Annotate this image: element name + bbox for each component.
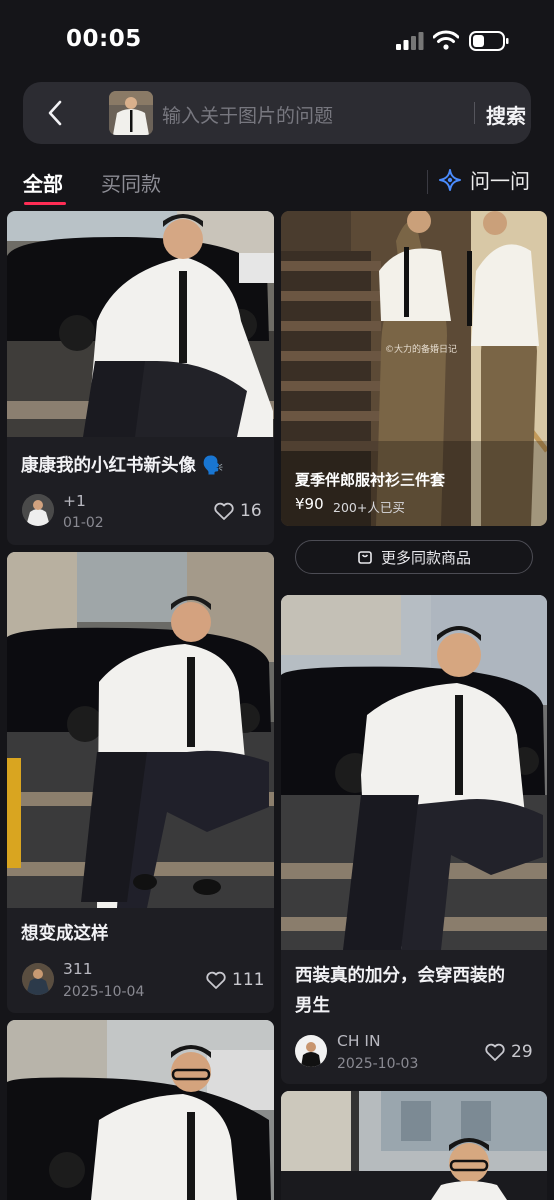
like-count: 16 — [240, 501, 262, 521]
avatar[interactable] — [22, 494, 54, 526]
status-time: 00:05 — [66, 26, 142, 52]
search-button[interactable]: 搜索 — [486, 100, 526, 129]
product-price: ¥90 — [295, 495, 324, 513]
tab-bar: 全部 买同款 问一问 — [0, 160, 554, 206]
search-input[interactable]: 输入关于图片的问题 — [162, 101, 333, 128]
like-button[interactable]: 111 — [206, 970, 264, 990]
ask-button[interactable]: 问一问 — [438, 165, 530, 194]
more-similar-label: 更多同款商品 — [380, 548, 471, 567]
back-button[interactable] — [37, 95, 73, 131]
feed-card[interactable]: 想变成这样 311 2025-10-04 111 — [7, 552, 274, 1013]
like-button[interactable]: 29 — [485, 1042, 533, 1062]
post-image[interactable] — [7, 211, 274, 437]
post-date: 01-02 — [63, 515, 104, 531]
heart-icon — [485, 1043, 505, 1061]
signal-icon — [396, 32, 424, 50]
search-bar: 输入关于图片的问题 搜索 — [23, 82, 531, 144]
star-ai-icon — [439, 168, 461, 191]
query-image-thumbnail[interactable] — [109, 91, 153, 135]
tab-divider — [427, 170, 428, 194]
product-title[interactable]: 夏季伴郎服衬衫三件套 — [295, 469, 445, 490]
product-card[interactable]: ©大力的备婚日记 夏季伴郎服衬衫三件套 ¥90 200+人已买 — [281, 211, 547, 526]
like-count: 111 — [232, 970, 265, 990]
tab-all[interactable]: 全部 — [23, 168, 66, 205]
watermark: ©大力的备婚日记 — [385, 345, 458, 355]
like-button[interactable]: 16 — [214, 501, 262, 521]
post-image[interactable] — [281, 1091, 547, 1200]
ask-button-label: 问一问 — [470, 169, 530, 193]
avatar[interactable] — [295, 1035, 327, 1067]
battery-icon — [469, 31, 509, 51]
author-name[interactable]: CH IN — [337, 1032, 381, 1050]
avatar[interactable] — [22, 963, 54, 995]
post-image[interactable] — [281, 595, 547, 950]
post-title[interactable]: 康康我的小红书新头像 🗣️ — [21, 451, 224, 481]
feed-card[interactable]: 康康我的小红书新头像 🗣️ +1 01-02 16 — [7, 211, 274, 545]
more-similar-button[interactable]: 更多同款商品 — [295, 540, 533, 574]
author-name[interactable]: +1 — [63, 492, 86, 510]
tab-buy-same[interactable]: 买同款 — [101, 168, 161, 197]
back-arrow-icon — [48, 100, 62, 126]
heart-icon — [214, 502, 234, 520]
feed-card[interactable] — [281, 1091, 547, 1200]
feed-card[interactable] — [7, 1020, 274, 1200]
post-image[interactable] — [7, 552, 274, 908]
post-date: 2025-10-03 — [337, 1056, 419, 1072]
search-divider — [474, 102, 475, 124]
product-sold-count: 200+人已买 — [333, 500, 405, 515]
tab-active-indicator — [24, 202, 66, 205]
feed-card[interactable]: 西装真的加分，会穿西装的 男生 CH IN 2025-10-03 29 — [281, 595, 547, 1084]
tab-all-label: 全部 — [23, 172, 63, 196]
post-title-line-2[interactable]: 男生 — [295, 991, 330, 1021]
heart-icon — [206, 971, 226, 989]
author-name[interactable]: 311 — [63, 960, 93, 978]
post-image[interactable] — [7, 1020, 274, 1200]
like-count: 29 — [511, 1042, 533, 1062]
wifi-icon — [433, 30, 459, 50]
post-date: 2025-10-04 — [63, 984, 145, 1000]
bag-icon — [358, 551, 372, 564]
post-title-line-1[interactable]: 西装真的加分，会穿西装的 — [295, 961, 505, 991]
post-title[interactable]: 想变成这样 — [21, 919, 109, 949]
status-bar: 00:05 — [0, 0, 554, 80]
